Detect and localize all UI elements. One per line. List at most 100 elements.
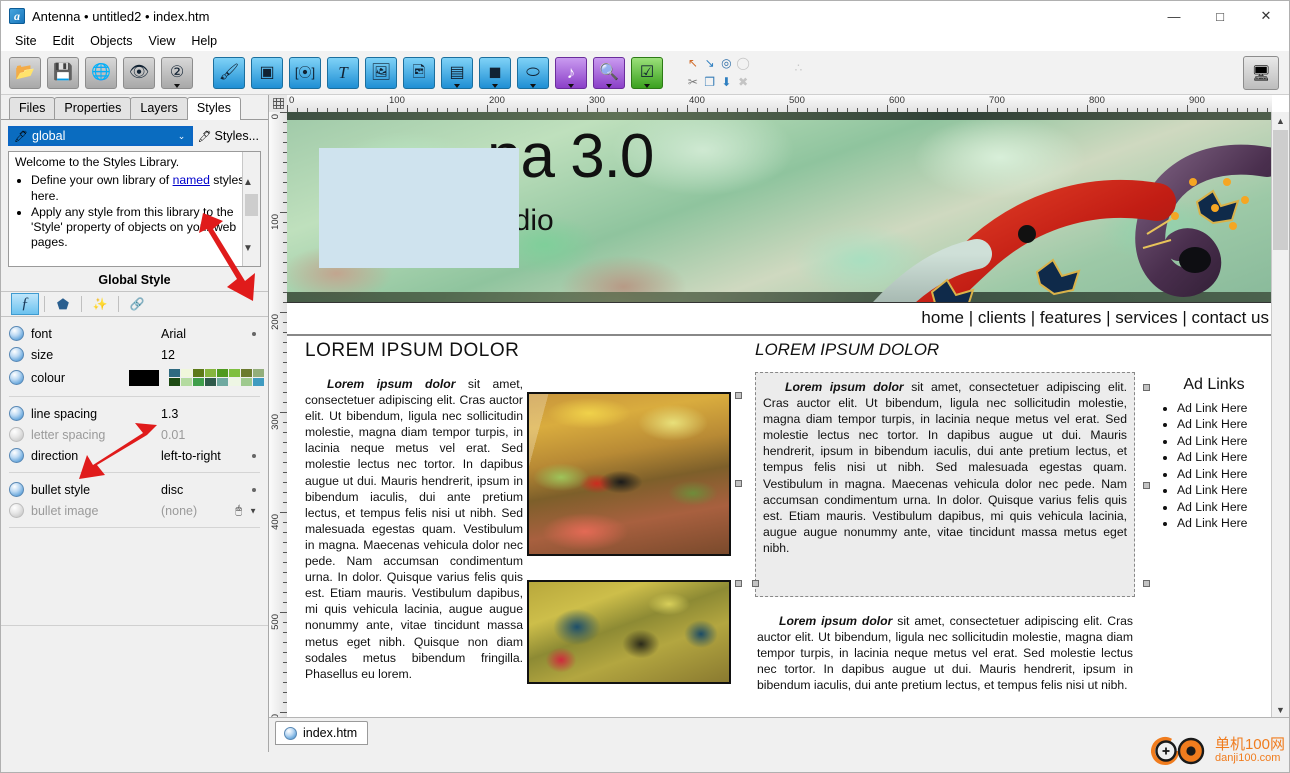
paint-style-icon[interactable]: 🖌: [213, 56, 245, 89]
named-link[interactable]: named: [173, 173, 210, 187]
prop-toggle-icon[interactable]: [9, 347, 24, 362]
prop-row-bullet-image[interactable]: bullet image (none) 🖱 ▼: [9, 500, 264, 521]
prop-toggle-icon[interactable]: [9, 326, 24, 341]
vertical-ruler[interactable]: 0100200300400500600700: [269, 112, 288, 718]
effects-style-tab[interactable]: ✨: [87, 294, 113, 314]
palette-swatch[interactable]: [181, 369, 192, 377]
tab-layers[interactable]: Layers: [130, 97, 188, 119]
align-object-icon[interactable]: ◎: [719, 55, 734, 70]
prop-value-bullet-style[interactable]: disc: [161, 483, 264, 497]
prop-row-direction[interactable]: direction left-to-right: [9, 445, 264, 466]
close-button[interactable]: ✕: [1243, 1, 1289, 31]
prop-dropdown-dot-icon[interactable]: [252, 487, 256, 492]
preview-eye-icon[interactable]: 👁: [123, 56, 155, 89]
save-disk-icon[interactable]: 💾: [47, 56, 79, 89]
prop-row-letter-spacing[interactable]: letter spacing 0.01: [9, 424, 264, 445]
text-style-tab[interactable]: ƒ: [11, 293, 39, 315]
resize-handle[interactable]: [735, 580, 742, 587]
prop-toggle-icon[interactable]: [9, 503, 24, 518]
menu-edit[interactable]: Edit: [45, 32, 83, 50]
prop-toggle-icon[interactable]: [9, 427, 24, 442]
content-image-2[interactable]: [527, 580, 731, 684]
ad-link-item[interactable]: Ad Link Here: [1177, 449, 1269, 465]
horizontal-ruler[interactable]: 01002003004005006007008009001000: [287, 95, 1272, 113]
nav-link-services[interactable]: services: [1115, 308, 1177, 327]
nav-link-home[interactable]: home: [921, 308, 964, 327]
maximize-button[interactable]: □: [1197, 1, 1243, 31]
palette-swatch[interactable]: [193, 369, 204, 377]
vertical-scroll-thumb[interactable]: [1273, 130, 1288, 250]
prop-row-colour[interactable]: colour: [9, 365, 264, 390]
select-arrow-icon[interactable]: ↖: [685, 55, 700, 70]
scroll-down-icon[interactable]: ▼: [243, 240, 253, 257]
nav-link-features[interactable]: features: [1040, 308, 1101, 327]
photo-caption-icon[interactable]: 🖻: [403, 56, 435, 89]
nav-link-clients[interactable]: clients: [978, 308, 1026, 327]
ad-link-item[interactable]: Ad Link Here: [1177, 515, 1269, 531]
content-image-1[interactable]: [527, 392, 731, 556]
prop-row-font[interactable]: font Arial: [9, 323, 264, 344]
tab-properties[interactable]: Properties: [54, 97, 132, 119]
resize-handle[interactable]: [1143, 580, 1150, 587]
fullscreen-preview-icon[interactable]: 🖥: [1243, 56, 1279, 90]
palette-swatch[interactable]: [217, 369, 228, 377]
tab-styles[interactable]: Styles: [186, 97, 241, 120]
palette-swatch[interactable]: [253, 369, 264, 377]
page-canvas[interactable]: na 3.0 udio home | clients | features | …: [287, 112, 1272, 718]
ad-link-item[interactable]: Ad Link Here: [1177, 482, 1269, 498]
prop-row-size[interactable]: size 12: [9, 344, 264, 365]
prop-toggle-icon[interactable]: [9, 482, 24, 497]
ruler-origin-icon[interactable]: [269, 95, 288, 113]
prop-row-bullet-style[interactable]: bullet style disc: [9, 479, 264, 500]
layers-icon[interactable]: ▤: [441, 56, 473, 89]
form-checkbox-icon[interactable]: ☑: [631, 56, 663, 89]
box-style-tab[interactable]: ⬟: [50, 294, 76, 314]
scroll-up-icon[interactable]: ▲: [243, 174, 253, 191]
scroll-thumb[interactable]: [245, 194, 258, 216]
copy-icon[interactable]: ❐: [702, 75, 717, 90]
link-style-tab[interactable]: 🔗: [124, 294, 150, 314]
chevron-down-icon[interactable]: ⌄: [173, 131, 191, 142]
prop-toggle-icon[interactable]: [9, 406, 24, 421]
selected-object-overlay[interactable]: [319, 148, 519, 268]
palette-swatch[interactable]: [217, 378, 228, 386]
resize-handle[interactable]: [1143, 482, 1150, 489]
gallery-icon[interactable]: 🖼: [365, 56, 397, 89]
minimize-button[interactable]: —: [1151, 1, 1197, 31]
undo-history-icon[interactable]: ②: [161, 56, 193, 89]
prop-value-bullet-image[interactable]: (none) 🖱 ▼: [161, 504, 264, 518]
paste-icon[interactable]: ⬇: [719, 75, 734, 90]
rectangle-shape-icon[interactable]: ▣: [251, 56, 283, 89]
palette-swatch[interactable]: [169, 378, 180, 386]
cut-scissors-icon[interactable]: ✂: [685, 75, 700, 90]
styles-button[interactable]: 🖊 Styles...: [198, 129, 261, 143]
document-tab-index[interactable]: index.htm: [275, 721, 369, 745]
ad-link-item[interactable]: Ad Link Here: [1177, 416, 1269, 432]
prop-value-colour[interactable]: [129, 369, 264, 386]
move-arrow-icon[interactable]: ↘: [702, 55, 717, 70]
colour-palette[interactable]: [169, 369, 264, 386]
palette-swatch[interactable]: [193, 378, 204, 386]
palette-swatch[interactable]: [205, 369, 216, 377]
prop-dropdown-dot-icon[interactable]: [252, 331, 256, 336]
palette-swatch[interactable]: [241, 378, 252, 386]
prop-row-line-spacing[interactable]: line spacing 1.3: [9, 403, 264, 424]
palette-swatch[interactable]: [229, 378, 240, 386]
menu-objects[interactable]: Objects: [82, 32, 140, 50]
prop-value-font[interactable]: Arial: [161, 327, 264, 341]
scroll-up-icon[interactable]: ▲: [1272, 112, 1289, 129]
palette-swatch[interactable]: [241, 369, 252, 377]
colour-swatch[interactable]: [129, 369, 159, 386]
gradient-fill-icon[interactable]: ◼: [479, 56, 511, 89]
chevron-down-icon[interactable]: ▼: [249, 506, 257, 515]
publish-globe-icon[interactable]: 🌐: [85, 56, 117, 89]
prop-value-letter-spacing[interactable]: 0.01: [161, 428, 264, 442]
ad-link-item[interactable]: Ad Link Here: [1177, 433, 1269, 449]
palette-swatch[interactable]: [229, 369, 240, 377]
ad-link-item[interactable]: Ad Link Here: [1177, 499, 1269, 515]
banner-image[interactable]: na 3.0 udio: [287, 112, 1272, 303]
ad-link-item[interactable]: Ad Link Here: [1177, 466, 1269, 482]
mouse-pointer-icon[interactable]: 🖱: [235, 504, 242, 517]
zoom-search-icon[interactable]: 🔍: [593, 56, 625, 89]
menu-site[interactable]: Site: [7, 32, 45, 50]
